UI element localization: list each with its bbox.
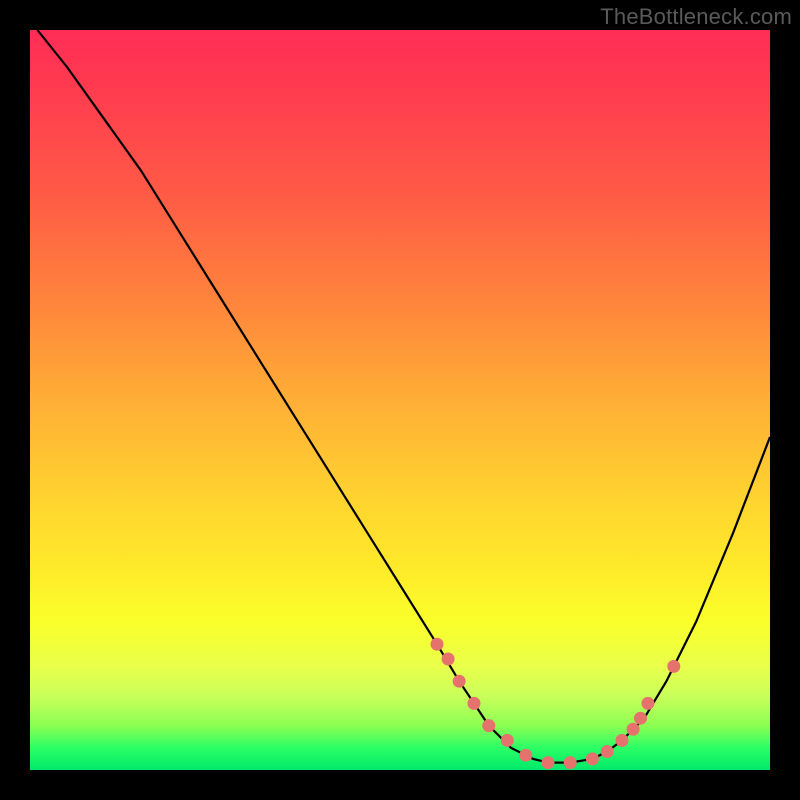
chart-frame: TheBottleneck.com bbox=[0, 0, 800, 800]
curve-marker bbox=[468, 697, 481, 710]
curve-marker bbox=[501, 734, 514, 747]
plot-area bbox=[30, 30, 770, 770]
curve-marker bbox=[442, 653, 455, 666]
watermark-text: TheBottleneck.com bbox=[600, 4, 792, 30]
curve-marker bbox=[627, 723, 640, 736]
curve-marker bbox=[564, 756, 577, 769]
curve-marker bbox=[667, 660, 680, 673]
curve-marker bbox=[431, 638, 444, 651]
chart-svg bbox=[30, 30, 770, 770]
curve-markers bbox=[431, 638, 681, 769]
curve-marker bbox=[586, 752, 599, 765]
curve-marker bbox=[542, 756, 555, 769]
curve-marker bbox=[453, 675, 466, 688]
curve-marker bbox=[634, 712, 647, 725]
bottleneck-curve bbox=[37, 30, 770, 763]
curve-marker bbox=[482, 719, 495, 732]
curve-marker bbox=[519, 749, 532, 762]
curve-marker bbox=[641, 697, 654, 710]
curve-marker bbox=[616, 734, 629, 747]
curve-marker bbox=[601, 745, 614, 758]
